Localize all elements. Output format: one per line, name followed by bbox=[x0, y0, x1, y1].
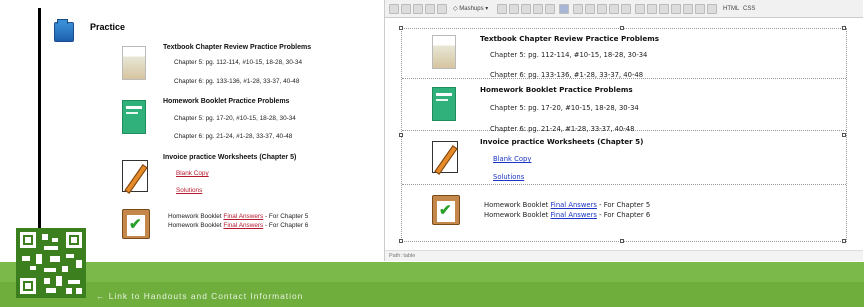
row-before-icon[interactable] bbox=[635, 4, 645, 14]
final-answers-suffix: - For Chapter 6 bbox=[264, 222, 309, 229]
handouts-contact-link[interactable]: ← Link to Handouts and Contact Informati… bbox=[96, 291, 303, 301]
booklet-ch5-text: Chapter 5: pg. 17-20, #10-15, 18-28, 30-… bbox=[490, 104, 639, 112]
media-icon[interactable] bbox=[425, 4, 435, 14]
table-row-icon[interactable] bbox=[573, 4, 583, 14]
final-answers-suffix: - For Chapter 5 bbox=[264, 213, 309, 220]
solutions-link[interactable]: Solutions bbox=[176, 187, 202, 194]
blank-copy-link[interactable]: Blank Copy bbox=[493, 155, 531, 163]
cut-icon[interactable] bbox=[389, 4, 399, 14]
checkmark-icon: ✔ bbox=[129, 216, 142, 233]
mashups-label: Mashups bbox=[459, 6, 484, 12]
clipboard-check-icon: ✔ bbox=[122, 209, 150, 239]
section-title: Practice bbox=[90, 22, 126, 32]
table-merge-icon[interactable] bbox=[609, 4, 619, 14]
footer-stripe bbox=[0, 262, 864, 282]
css-button[interactable]: CSS bbox=[743, 4, 755, 14]
final-answers-line-ch6: Homework Booklet Final Answers - For Cha… bbox=[484, 211, 650, 219]
quote-icon[interactable] bbox=[509, 4, 519, 14]
col-after-icon[interactable] bbox=[671, 4, 681, 14]
textbook-heading: Textbook Chapter Review Practice Problem… bbox=[480, 34, 659, 43]
pencil-document-icon bbox=[122, 160, 148, 192]
final-answers-prefix: Homework Booklet bbox=[484, 211, 549, 219]
final-answers-suffix: - For Chapter 5 bbox=[599, 201, 651, 209]
qr-finder bbox=[20, 232, 36, 248]
blank-copy-link[interactable]: Blank Copy bbox=[176, 170, 209, 177]
textbook-heading: Textbook Chapter Review Practice Problem… bbox=[163, 44, 312, 51]
editor-toolbar: ◇ Mashups ▾ HTML CSS bbox=[385, 0, 863, 18]
table-icon[interactable] bbox=[559, 4, 569, 14]
final-answers-prefix: Homework Booklet bbox=[484, 201, 549, 209]
qr-finder bbox=[20, 278, 36, 294]
paragraph-icon[interactable] bbox=[497, 4, 507, 14]
html-button[interactable]: HTML bbox=[723, 4, 739, 14]
clipboard-check-icon: ✔ bbox=[432, 195, 460, 225]
booklet-heading: Homework Booklet Practice Problems bbox=[480, 85, 633, 94]
table-cell-icon[interactable] bbox=[597, 4, 607, 14]
resize-handle[interactable] bbox=[399, 239, 403, 243]
textbook-ch6-text: Chapter 6: pg. 133-136, #1-28, 33-37, 40… bbox=[174, 78, 300, 85]
textbook-cover-image bbox=[122, 46, 146, 80]
booklet-ch6-text: Chapter 6: pg. 21-24, #1-28, 33-37, 40-4… bbox=[174, 133, 293, 140]
formula-icon[interactable] bbox=[437, 4, 447, 14]
worksheets-heading: Invoice practice Worksheets (Chapter 5) bbox=[480, 137, 644, 146]
booklet-ch5-text: Chapter 5: pg. 17-20, #10-15, 18-28, 30-… bbox=[174, 115, 296, 122]
link-icon[interactable] bbox=[401, 4, 411, 14]
resize-handle[interactable] bbox=[842, 239, 846, 243]
html-editor-panel: ◇ Mashups ▾ HTML CSS Textbook Chapter Re… bbox=[384, 0, 863, 261]
solutions-link[interactable]: Solutions bbox=[493, 173, 524, 181]
delete-col-icon[interactable] bbox=[695, 4, 705, 14]
final-answers-link[interactable]: Final Answers bbox=[551, 211, 597, 219]
footer-bar: ← Link to Handouts and Contact Informati… bbox=[0, 262, 864, 307]
final-answers-link[interactable]: Final Answers bbox=[223, 222, 263, 229]
textbook-cover-image bbox=[432, 35, 456, 69]
qr-finder bbox=[66, 232, 82, 248]
textbook-ch6-text: Chapter 6: pg. 133-136, #1-28, 33-37, 40… bbox=[490, 71, 644, 79]
document-icon bbox=[54, 19, 74, 42]
final-answers-prefix: Homework Booklet bbox=[168, 213, 222, 220]
mashups-menu[interactable]: ◇ Mashups ▾ bbox=[453, 4, 488, 14]
final-answers-line-ch5: Homework Booklet Final Answers - For Cha… bbox=[484, 201, 650, 209]
booklet-heading: Homework Booklet Practice Problems bbox=[163, 98, 290, 105]
resize-handle[interactable] bbox=[842, 133, 846, 137]
col-before-icon[interactable] bbox=[659, 4, 669, 14]
image-icon[interactable] bbox=[413, 4, 423, 14]
final-answers-line-ch6: Homework Booklet Final Answers - For Cha… bbox=[168, 222, 308, 229]
emoji-icon[interactable] bbox=[533, 4, 543, 14]
worksheets-heading: Invoice practice Worksheets (Chapter 5) bbox=[163, 154, 297, 161]
final-answers-prefix: Homework Booklet bbox=[168, 222, 222, 229]
final-answers-suffix: - For Chapter 6 bbox=[599, 211, 651, 219]
resize-handle[interactable] bbox=[842, 26, 846, 30]
textbook-ch5-text: Chapter 5: pg. 112-114, #10-15, 18-28, 3… bbox=[174, 59, 303, 66]
final-answers-link[interactable]: Final Answers bbox=[551, 201, 597, 209]
booklet-ch6-text: Chapter 6: pg. 21-24, #1-28, 33-37, 40-4… bbox=[490, 125, 635, 133]
final-answers-line-ch5: Homework Booklet Final Answers - For Cha… bbox=[168, 213, 308, 220]
table-col-icon[interactable] bbox=[585, 4, 595, 14]
booklet-cover-image bbox=[122, 100, 146, 134]
resize-handle[interactable] bbox=[399, 133, 403, 137]
booklet-cover-image bbox=[432, 87, 456, 121]
resize-handle[interactable] bbox=[399, 26, 403, 30]
editable-table[interactable]: Textbook Chapter Review Practice Problem… bbox=[399, 26, 847, 243]
anchor-icon[interactable] bbox=[545, 4, 555, 14]
delete-row-icon[interactable] bbox=[683, 4, 693, 14]
qr-code-image[interactable] bbox=[16, 228, 86, 298]
settings-icon[interactable] bbox=[521, 4, 531, 14]
delete-table-icon[interactable] bbox=[707, 4, 717, 14]
left-border-line bbox=[38, 8, 41, 246]
checkmark-icon: ✔ bbox=[439, 202, 452, 219]
pencil-document-icon bbox=[432, 141, 458, 173]
final-answers-link[interactable]: Final Answers bbox=[223, 213, 263, 220]
element-path-bar[interactable]: Path: table bbox=[385, 250, 863, 261]
resize-handle[interactable] bbox=[620, 26, 624, 30]
row-after-icon[interactable] bbox=[647, 4, 657, 14]
rendered-page-panel: Practice Textbook Chapter Review Practic… bbox=[38, 0, 372, 248]
table-split-icon[interactable] bbox=[621, 4, 631, 14]
resize-handle[interactable] bbox=[620, 239, 624, 243]
textbook-ch5-text: Chapter 5: pg. 112-114, #10-15, 18-28, 3… bbox=[490, 51, 648, 59]
